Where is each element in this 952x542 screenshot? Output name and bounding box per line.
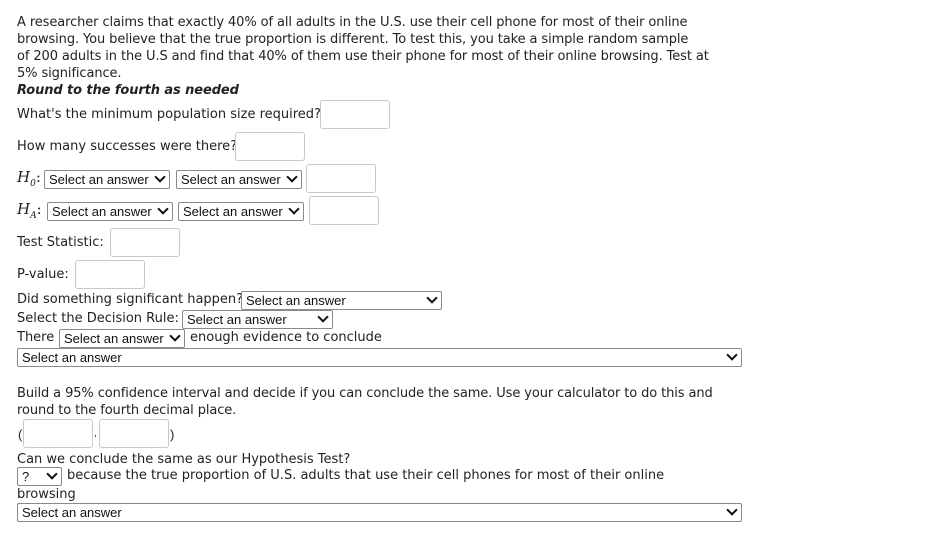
significant-value: Select an answer (246, 293, 346, 308)
ci-same-question: Can we conclude the same as our Hypothes… (17, 452, 351, 467)
h0-operator-value: Select an answer (181, 172, 281, 187)
conclusion-suffix: enough evidence to conclude (190, 330, 382, 345)
decision-rule-label: Select the Decision Rule: (17, 311, 179, 326)
ci-lower-input[interactable] (23, 419, 93, 448)
ha-symbol: H (17, 200, 31, 218)
p-value-label: P-value: (17, 267, 69, 282)
p-value-input[interactable] (75, 260, 145, 289)
conclusion-statement-value: Select an answer (22, 350, 122, 365)
h0-operator-select[interactable]: Select an answer (176, 170, 302, 189)
h0-value-input[interactable] (306, 164, 376, 193)
conclusion-evidence-select[interactable]: Select an answer (59, 329, 185, 348)
problem-line: 5% significance. (17, 66, 122, 81)
rounding-note: Round to the fourth as needed (17, 83, 239, 98)
chevron-down-icon (46, 468, 58, 480)
chevron-down-icon (726, 504, 738, 516)
ci-upper-input[interactable] (99, 419, 169, 448)
ha-colon: : (36, 200, 42, 218)
ci-close-paren: ) (170, 427, 175, 442)
chevron-down-icon (169, 330, 181, 342)
ci-open-paren: ( (18, 427, 23, 442)
successes-input[interactable] (235, 132, 305, 161)
chevron-down-icon (154, 171, 166, 183)
successes-label: How many successes were there? (17, 139, 238, 154)
ci-final-value: Select an answer (22, 505, 122, 520)
problem-statement: A researcher claims that exactly 40% of … (17, 14, 717, 99)
test-statistic-label: Test Statistic: (17, 235, 104, 250)
h0-colon: : (35, 168, 41, 186)
problem-line: of 200 adults in the U.S and find that 4… (17, 49, 709, 64)
conclusion-prefix: There (17, 330, 55, 345)
test-statistic-input[interactable] (110, 228, 180, 257)
chevron-down-icon (286, 171, 298, 183)
ha-operator-value: Select an answer (183, 204, 283, 219)
significant-label: Did something significant happen? (17, 292, 244, 307)
problem-line: browsing. You believe that the true prop… (17, 32, 689, 47)
ha-parameter-value: Select an answer (52, 204, 152, 219)
chevron-down-icon (317, 311, 329, 323)
h0-parameter-value: Select an answer (49, 172, 149, 187)
significant-select[interactable]: Select an answer (241, 291, 442, 310)
chevron-down-icon (726, 349, 738, 361)
decision-rule-value: Select an answer (187, 312, 287, 327)
ci-instruction-line: Build a 95% confidence interval and deci… (17, 386, 713, 401)
h0-parameter-select[interactable]: Select an answer (44, 170, 170, 189)
ci-instruction-line: round to the fourth decimal place. (17, 403, 237, 418)
ha-value-input[interactable] (309, 196, 379, 225)
min-population-label: What's the minimum population size requi… (17, 107, 321, 122)
chevron-down-icon (288, 203, 300, 215)
h0-label: H0: (17, 168, 41, 189)
h0-symbol: H (17, 168, 31, 186)
conclusion-statement-select[interactable]: Select an answer (17, 348, 742, 367)
chevron-down-icon (426, 292, 438, 304)
ha-label: HA: (17, 200, 42, 221)
decision-rule-select[interactable]: Select an answer (182, 310, 333, 329)
ci-comma: , (94, 428, 97, 439)
ha-parameter-select[interactable]: Select an answer (47, 202, 173, 221)
problem-line: A researcher claims that exactly 40% of … (17, 15, 688, 30)
ci-same-select[interactable]: ? (17, 467, 62, 486)
ci-instructions: Build a 95% confidence interval and deci… (17, 385, 717, 419)
conclusion-evidence-value: Select an answer (64, 331, 164, 346)
chevron-down-icon (157, 203, 169, 215)
ci-same-value: ? (22, 469, 30, 484)
ci-because-text: because the true proportion of U.S. adul… (67, 468, 665, 483)
ci-because-text-continued: browsing (17, 487, 76, 502)
min-population-input[interactable] (320, 100, 390, 129)
ha-operator-select[interactable]: Select an answer (178, 202, 304, 221)
ci-final-select[interactable]: Select an answer (17, 503, 742, 522)
